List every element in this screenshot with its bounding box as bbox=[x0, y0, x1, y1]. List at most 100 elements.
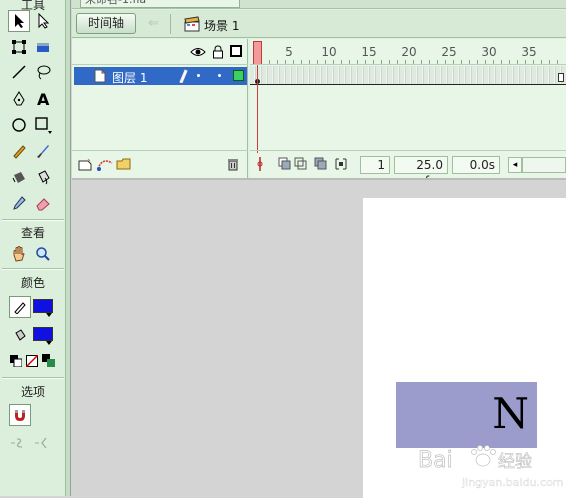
onion-skin-outline-icon[interactable] bbox=[294, 157, 308, 171]
lock-dot[interactable] bbox=[218, 74, 221, 77]
baidu-jingyan-watermark: Bai 经验 jingyan.baidu.com bbox=[418, 445, 564, 489]
playhead-line bbox=[257, 65, 258, 153]
tools-separator bbox=[2, 268, 64, 270]
line-tool[interactable] bbox=[8, 61, 30, 83]
lock-icon[interactable] bbox=[212, 45, 224, 59]
eraser-tool[interactable] bbox=[32, 192, 54, 214]
tools-separator bbox=[2, 219, 64, 221]
layer-color-box[interactable] bbox=[233, 70, 244, 81]
modify-onion-markers-icon[interactable] bbox=[334, 157, 348, 171]
ruler-tick bbox=[437, 60, 438, 64]
frame-rate-field[interactable]: 25.0 fps bbox=[394, 156, 448, 188]
scene-clapper-icon bbox=[184, 16, 200, 32]
hand-tool[interactable] bbox=[8, 243, 30, 265]
stroke-color-button[interactable] bbox=[9, 296, 31, 318]
brush-tool[interactable] bbox=[32, 140, 54, 162]
horizontal-scrollbar[interactable] bbox=[522, 157, 566, 173]
subselection-tool[interactable] bbox=[32, 10, 54, 32]
lasso-tool[interactable] bbox=[32, 61, 54, 83]
stage-letter-text[interactable]: N bbox=[492, 390, 529, 438]
ruler-tick bbox=[461, 60, 462, 64]
rectangle-icon bbox=[35, 117, 52, 134]
watermark-brand: Bai bbox=[418, 448, 453, 473]
fill-color-swatch[interactable] bbox=[33, 327, 53, 341]
layer-name[interactable]: 图层 1 bbox=[112, 69, 147, 86]
insert-layer-icon[interactable] bbox=[78, 158, 94, 172]
layer-row[interactable]: 图层 1 bbox=[74, 67, 247, 85]
onion-skin-icon[interactable] bbox=[278, 157, 292, 171]
ruler-tick bbox=[477, 60, 478, 64]
ruler-tick bbox=[541, 60, 542, 64]
center-frame-icon[interactable] bbox=[255, 157, 265, 171]
outline-toggle-icon[interactable] bbox=[230, 45, 242, 57]
paint-bucket-tool[interactable] bbox=[32, 166, 54, 188]
ruler-tick bbox=[509, 60, 510, 64]
black-white-button[interactable] bbox=[8, 350, 24, 372]
timeline-status-bar: 1 25.0 fps 0.0s ◂ bbox=[250, 150, 566, 188]
ink-bottle-tool[interactable] bbox=[8, 166, 30, 188]
ruler-tick bbox=[453, 60, 454, 64]
fill-color-button[interactable] bbox=[9, 324, 31, 346]
timeline-toggle-button[interactable]: 时间轴 bbox=[76, 13, 136, 34]
magnet-icon bbox=[15, 410, 25, 421]
ruler-tick bbox=[365, 60, 366, 64]
straighten-button[interactable] bbox=[32, 432, 54, 454]
ruler-tick bbox=[285, 60, 286, 64]
header-divider bbox=[170, 14, 171, 34]
selection-tool[interactable] bbox=[8, 10, 30, 32]
timeline-header: 时间轴 ⇐ 场景 1 bbox=[72, 10, 566, 38]
paint-bucket-icon bbox=[38, 170, 50, 185]
back-arrow-icon[interactable]: ⇐ bbox=[148, 16, 159, 31]
oval-tool[interactable] bbox=[8, 114, 30, 136]
gradient-transform-tool[interactable] bbox=[32, 36, 54, 58]
ruler-tick bbox=[325, 60, 326, 64]
pen-icon bbox=[13, 91, 25, 106]
current-frame-field[interactable]: 1 bbox=[360, 156, 390, 174]
eyedropper-tool[interactable] bbox=[8, 192, 30, 214]
frame-end-marker bbox=[558, 73, 564, 82]
trash-icon[interactable] bbox=[226, 157, 240, 171]
eyedropper-icon bbox=[13, 196, 26, 210]
ruler-tick bbox=[485, 60, 486, 64]
snap-magnet-button[interactable] bbox=[9, 404, 31, 426]
frames-area: 5 10 15 20 25 30 35 1 25.0 fps 0.0s ◂ bbox=[250, 39, 566, 188]
zoom-tool[interactable] bbox=[32, 243, 54, 265]
swap-colors-button[interactable] bbox=[40, 350, 58, 372]
circle-icon bbox=[12, 118, 26, 132]
pencil-tool[interactable] bbox=[8, 140, 30, 162]
rectangle-tool[interactable] bbox=[32, 114, 54, 136]
hand-icon bbox=[13, 246, 25, 262]
stage-rectangle-shape[interactable]: N bbox=[396, 382, 537, 448]
edit-pencil-icon bbox=[179, 69, 188, 83]
ruler-tick bbox=[333, 60, 334, 64]
text-tool[interactable]: A bbox=[32, 88, 54, 110]
layer-frame-row[interactable] bbox=[250, 66, 566, 85]
document-tab[interactable]: 未命名-1.fla bbox=[80, 0, 240, 8]
ruler-tick bbox=[445, 60, 446, 64]
layer-page-icon bbox=[94, 69, 106, 83]
ruler-number: 30 bbox=[481, 45, 497, 59]
free-transform-tool[interactable] bbox=[8, 36, 30, 58]
scroll-left-button[interactable]: ◂ bbox=[508, 157, 522, 173]
arrow-icon bbox=[15, 14, 24, 28]
gradient-icon bbox=[37, 43, 49, 52]
pen-tool[interactable] bbox=[8, 88, 30, 110]
add-motion-guide-icon[interactable] bbox=[96, 157, 114, 171]
stroke-color-swatch[interactable] bbox=[33, 299, 53, 313]
eye-icon[interactable] bbox=[190, 46, 206, 58]
watermark-url: jingyan.baidu.com bbox=[461, 476, 564, 489]
ruler-tick bbox=[269, 60, 270, 64]
no-color-button[interactable] bbox=[24, 350, 40, 372]
ruler-tick bbox=[525, 60, 526, 64]
edit-multiple-frames-icon[interactable] bbox=[314, 157, 328, 171]
paint-bucket-icon bbox=[15, 329, 26, 341]
scene-label[interactable]: 场景 1 bbox=[204, 17, 239, 34]
frame-ruler[interactable]: 5 10 15 20 25 30 35 bbox=[250, 39, 566, 65]
smooth-button[interactable] bbox=[8, 432, 30, 454]
ruler-number: 20 bbox=[401, 45, 417, 59]
swap-colors-icon bbox=[42, 354, 55, 367]
ruler-tick bbox=[309, 60, 310, 64]
visibility-dot[interactable] bbox=[197, 74, 200, 77]
insert-folder-icon[interactable] bbox=[116, 157, 132, 171]
playhead[interactable] bbox=[253, 41, 262, 64]
